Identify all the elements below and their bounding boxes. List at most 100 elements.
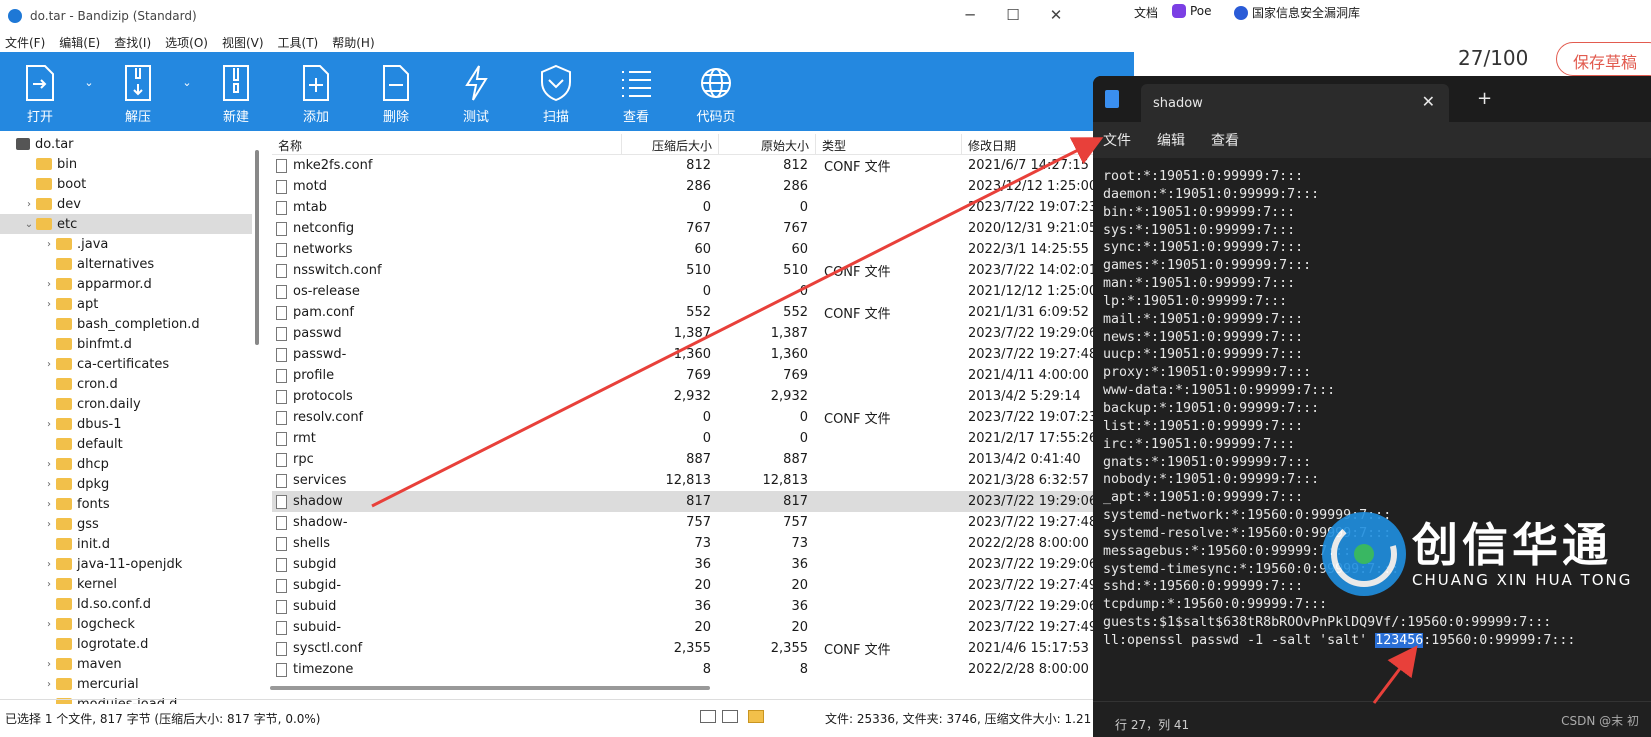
np-menu-view[interactable]: 查看 <box>1211 130 1239 150</box>
expand-chevron-icon[interactable]: › <box>42 519 56 530</box>
file-row[interactable]: mke2fs.conf 812 812 CONF 文件 2021/6/7 14:27:1… <box>272 155 1134 176</box>
tree-item[interactable]: › fonts <box>0 494 252 514</box>
tree-scrollbar[interactable] <box>255 150 259 345</box>
expand-chevron-icon[interactable]: › <box>42 479 56 490</box>
open-button[interactable]: 打开 <box>0 52 80 131</box>
file-row[interactable]: passwd 1,387 1,387 2023/7/22 19:29:06 <box>272 323 1134 344</box>
tree-item[interactable]: init.d <box>0 534 252 554</box>
expand-chevron-icon[interactable]: › <box>42 359 56 370</box>
open-dropdown[interactable]: ⌄ <box>80 52 98 131</box>
tree-item[interactable]: › dhcp <box>0 454 252 474</box>
expand-chevron-icon[interactable]: › <box>42 579 56 590</box>
menu-tools[interactable]: 工具(T) <box>278 34 319 51</box>
file-row[interactable]: resolv.conf 0 0 CONF 文件 2023/7/22 19:07:23 <box>272 407 1134 428</box>
expand-chevron-icon[interactable]: › <box>42 679 56 690</box>
tree-item[interactable]: binfmt.d <box>0 334 252 354</box>
archive-icon[interactable] <box>748 710 764 723</box>
file-row[interactable]: subgid- 20 20 2023/7/22 19:27:49 <box>272 575 1134 596</box>
close-tab-icon[interactable]: ✕ <box>1422 92 1435 111</box>
file-row[interactable]: pam.conf 552 552 CONF 文件 2021/1/31 6:09:52 <box>272 302 1134 323</box>
file-row[interactable]: subuid- 20 20 2023/7/22 19:27:49 <box>272 617 1134 638</box>
tree-item[interactable]: ld.so.conf.d <box>0 594 252 614</box>
file-row[interactable]: sysctl.conf 2,355 2,355 CONF 文件 2021/4/6 15:… <box>272 638 1134 659</box>
codepage-button[interactable]: 代码页 <box>676 52 756 131</box>
file-row[interactable]: shadow- 757 757 2023/7/22 19:27:48 <box>272 512 1134 533</box>
new-archive-button[interactable]: 新建 <box>196 52 276 131</box>
tree-item[interactable]: › logcheck <box>0 614 252 634</box>
save-draft-button[interactable]: 保存草稿 <box>1556 42 1651 76</box>
tree-item[interactable]: › dpkg <box>0 474 252 494</box>
delete-button[interactable]: 删除 <box>356 52 436 131</box>
file-row[interactable]: subuid 36 36 2023/7/22 19:29:06 <box>272 596 1134 617</box>
file-row[interactable]: rpc 887 887 2013/4/2 0:41:40 <box>272 449 1134 470</box>
file-row[interactable]: passwd- 1,360 1,360 2023/7/22 19:27:48 <box>272 344 1134 365</box>
expand-chevron-icon[interactable]: › <box>42 419 56 430</box>
tree-item[interactable]: alternatives <box>0 254 252 274</box>
tree-item[interactable]: cron.d <box>0 374 252 394</box>
tree-item[interactable]: › gss <box>0 514 252 534</box>
view-button[interactable]: 查看 <box>596 52 676 131</box>
tree-item[interactable]: default <box>0 434 252 454</box>
file-row[interactable]: nsswitch.conf 510 510 CONF 文件 2023/7/22 14:0… <box>272 260 1134 281</box>
expand-chevron-icon[interactable]: › <box>22 199 36 210</box>
expand-chevron-icon[interactable]: › <box>42 659 56 670</box>
file-row[interactable]: networks 60 60 2022/3/1 14:25:55 <box>272 239 1134 260</box>
test-button[interactable]: 测试 <box>436 52 516 131</box>
menu-file[interactable]: 文件(F) <box>5 34 45 51</box>
maximize-button[interactable]: ☐ <box>1003 6 1023 24</box>
bookmark-cnnvd[interactable]: 国家信息安全漏洞库 <box>1234 4 1360 21</box>
tree-item[interactable]: › apt <box>0 294 252 314</box>
file-row[interactable]: services 12,813 12,813 2021/3/28 6:32:57 <box>272 470 1134 491</box>
file-row[interactable]: rmt 0 0 2021/2/17 17:55:26 <box>272 428 1134 449</box>
expand-chevron-icon[interactable]: › <box>42 499 56 510</box>
tree-item[interactable]: logrotate.d <box>0 634 252 654</box>
tree-item[interactable]: › kernel <box>0 574 252 594</box>
expand-chevron-icon[interactable]: › <box>42 239 56 250</box>
tree-item[interactable]: ⌄ etc <box>0 214 252 234</box>
tree-item[interactable]: › maven <box>0 654 252 674</box>
add-button[interactable]: 添加 <box>276 52 356 131</box>
expand-chevron-icon[interactable]: › <box>42 619 56 630</box>
close-button[interactable]: ✕ <box>1046 6 1066 24</box>
tree-item[interactable]: cron.daily <box>0 394 252 414</box>
expand-chevron-icon[interactable]: › <box>42 279 56 290</box>
file-row[interactable]: netconfig 767 767 2020/12/31 9:21:05 <box>272 218 1134 239</box>
tree-item[interactable]: bash_completion.d <box>0 314 252 334</box>
minimize-button[interactable]: ─ <box>960 6 980 24</box>
preview-pane-icon[interactable] <box>722 710 738 723</box>
menu-options[interactable]: 选项(O) <box>165 34 208 51</box>
column-type[interactable]: 类型 <box>816 134 962 154</box>
tree-item[interactable]: › .java <box>0 234 252 254</box>
bookmark-poe[interactable]: Poe <box>1172 4 1212 18</box>
bookmark-docs[interactable]: 文档 <box>1134 4 1158 21</box>
file-row[interactable]: subgid 36 36 2023/7/22 19:29:06 <box>272 554 1134 575</box>
file-row[interactable]: shadow 817 817 2023/7/22 19:29:06 <box>272 491 1134 512</box>
menu-help[interactable]: 帮助(H) <box>332 34 374 51</box>
file-row[interactable]: mtab 0 0 2023/7/22 19:07:23 <box>272 197 1134 218</box>
file-row[interactable]: profile 769 769 2021/4/11 4:00:00 <box>272 365 1134 386</box>
menu-edit[interactable]: 编辑(E) <box>59 34 100 51</box>
tab-shadow[interactable]: shadow ✕ <box>1105 84 1449 122</box>
expand-chevron-icon[interactable]: ⌄ <box>22 219 36 230</box>
file-row[interactable]: motd 286 286 2023/12/12 1:25:00 <box>272 176 1134 197</box>
menu-view[interactable]: 视图(V) <box>222 34 264 51</box>
file-row[interactable]: protocols 2,932 2,932 2013/4/2 5:29:14 <box>272 386 1134 407</box>
expand-chevron-icon[interactable]: › <box>42 559 56 570</box>
expand-chevron-icon[interactable]: › <box>42 299 56 310</box>
column-packed-size[interactable]: 压缩后大小 <box>622 134 719 154</box>
menu-find[interactable]: 查找(I) <box>114 34 151 51</box>
file-row[interactable]: os-release 0 0 2021/12/12 1:25:00 <box>272 281 1134 302</box>
extract-button[interactable]: 解压 <box>98 52 178 131</box>
tree-item[interactable]: boot <box>0 174 252 194</box>
tree-item[interactable]: › apparmor.d <box>0 274 252 294</box>
column-original-size[interactable]: 原始大小 <box>719 134 816 154</box>
tree-item[interactable]: do.tar <box>0 134 252 154</box>
np-menu-edit[interactable]: 编辑 <box>1157 130 1185 150</box>
horizontal-scrollbar[interactable] <box>270 686 710 690</box>
tree-item[interactable]: bin <box>0 154 252 174</box>
tree-item[interactable]: › ca-certificates <box>0 354 252 374</box>
scan-button[interactable]: 扫描 <box>516 52 596 131</box>
new-tab-icon[interactable]: + <box>1477 88 1492 109</box>
file-row[interactable]: shells 73 73 2022/2/28 8:00:00 <box>272 533 1134 554</box>
np-menu-file[interactable]: 文件 <box>1103 130 1131 150</box>
